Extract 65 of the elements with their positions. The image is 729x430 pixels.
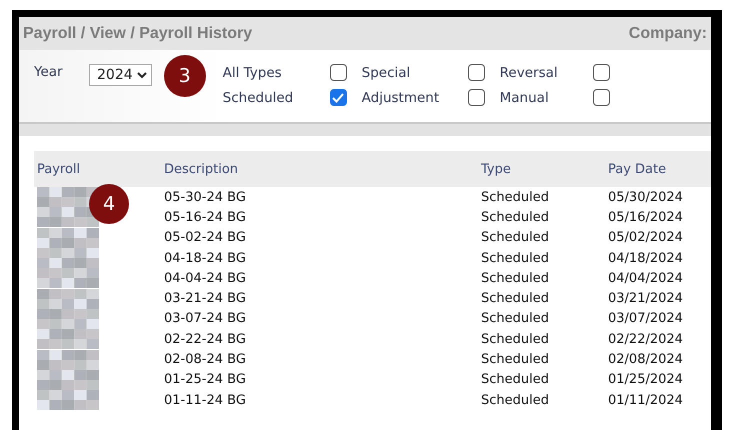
year-label: Year: [34, 64, 64, 80]
type-label: Reversal: [500, 64, 559, 80]
type-label: All Types: [222, 64, 283, 80]
table-cell-text: Scheduled: [481, 190, 550, 205]
redacted-block: [37, 390, 99, 410]
type-label: Special: [362, 64, 412, 80]
table-cell-text: 03-21-24 BG: [164, 291, 247, 306]
table-cell-text: Scheduled: [481, 392, 550, 408]
table-cell-text: 01/11/2024: [608, 392, 684, 408]
column-header[interactable]: Description: [164, 162, 481, 176]
table-cell-text: 02/22/2024: [608, 332, 684, 347]
table-cell-text: 05/30/2024: [608, 190, 684, 205]
table-cell-text: 04/18/2024: [608, 250, 684, 266]
redacted-block: [37, 370, 99, 390]
table-cell-text: Scheduled: [481, 332, 550, 347]
table-cell-text: 05-30-24 BG: [164, 190, 247, 205]
table-cell-text: 03/07/2024: [608, 311, 684, 326]
type-label: Manual: [500, 90, 550, 106]
table-cell-text: Scheduled: [481, 250, 550, 266]
table-cell-text: 05-02-24 BG: [164, 230, 247, 246]
redacted-block: [37, 288, 99, 309]
table-cell-text: Scheduled: [481, 270, 550, 286]
table-cell-text: Scheduled: [481, 352, 550, 368]
redacted-block: [37, 268, 99, 288]
table-cell-text: 05-16-24 BG: [164, 210, 247, 225]
type-checkbox[interactable]: [592, 64, 610, 81]
chevron-icon: [136, 72, 147, 78]
table-cell-text: Scheduled: [481, 291, 550, 306]
type-label: Adjustment: [362, 90, 440, 106]
table-cell-text: Scheduled: [481, 210, 550, 225]
table-cell-text: 01-11-24 BG: [164, 392, 247, 408]
callout-badge: 3: [164, 55, 206, 97]
table-cell-text: 01-25-24 BG: [164, 372, 247, 388]
column-header[interactable]: Type: [481, 162, 608, 176]
type-checkbox[interactable]: [330, 64, 347, 81]
redacted-block: [37, 308, 99, 329]
table-cell-text: 03/21/2024: [608, 291, 684, 306]
table-cell-text: 04/04/2024: [608, 270, 684, 286]
type-checkbox[interactable]: [592, 89, 610, 106]
table-cell-text: Scheduled: [481, 372, 550, 388]
redacted-block: [37, 248, 99, 268]
table-cell-text: Scheduled: [481, 230, 550, 246]
table-cell-text: 04-18-24 BG: [164, 250, 247, 266]
table-cell-text: 01/25/2024: [608, 372, 684, 388]
type-checkbox[interactable]: [468, 64, 485, 81]
column-header[interactable]: Pay Date: [608, 162, 711, 176]
redacted-block: [37, 329, 99, 350]
table-cell-text: 05/16/2024: [608, 210, 684, 225]
redacted-block: [37, 207, 99, 228]
table-cell-text: 02-22-24 BG: [164, 332, 247, 347]
table-cell-text: 02-08-24 BG: [164, 352, 247, 368]
type-checkbox[interactable]: [330, 89, 347, 106]
type-checkbox[interactable]: [468, 89, 485, 106]
breadcrumb: Payroll / View / Payroll History: [23, 24, 252, 42]
redacted-block: [37, 350, 99, 370]
table-cell-text: 02/08/2024: [608, 352, 684, 368]
table-cell-text: Scheduled: [481, 311, 550, 326]
column-header[interactable]: Payroll: [37, 162, 164, 176]
redacted-block: [37, 228, 99, 248]
year-dropdown[interactable]: 2024: [89, 64, 152, 86]
table-cell-text: 03-07-24 BG: [164, 311, 247, 326]
table-cell-text: 05/02/2024: [608, 230, 684, 246]
company-label: Company:: [628, 24, 707, 42]
type-label: Scheduled: [222, 90, 294, 106]
table-cell-text: 04-04-24 BG: [164, 270, 247, 286]
